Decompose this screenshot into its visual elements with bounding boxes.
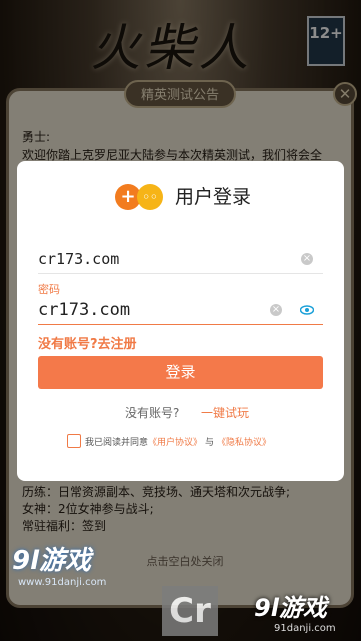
agreement-row: 我已阅读并同意 《用户协议》 与 《隐私协议》 bbox=[67, 434, 271, 448]
clear-password-icon[interactable]: × bbox=[270, 304, 282, 316]
watermark-logo-right: 9l游戏 91danji.com bbox=[254, 594, 336, 634]
username-input[interactable]: cr173.com bbox=[38, 250, 119, 268]
login-dialog: + ◦◦ 用户登录 cr173.com × 密码 cr173.com × 没有账… bbox=[17, 161, 344, 481]
agreement-checkbox[interactable] bbox=[67, 434, 81, 448]
password-underline bbox=[38, 324, 323, 325]
password-label: 密码 bbox=[38, 283, 60, 296]
no-account-text: 没有账号? bbox=[125, 406, 180, 420]
quick-trial-link[interactable]: 一键试玩 bbox=[201, 404, 249, 421]
register-link[interactable]: 没有账号?去注册 bbox=[38, 333, 137, 352]
eye-icon[interactable] bbox=[300, 305, 314, 315]
dialog-title: 用户登录 bbox=[175, 185, 252, 208]
watermark-logo-center: Cr bbox=[162, 586, 218, 636]
agreement-prefix: 我已阅读并同意 bbox=[85, 437, 149, 448]
agreement-and: 与 bbox=[205, 437, 215, 448]
privacy-agreement-link[interactable]: 《隐私协议》 bbox=[217, 435, 271, 448]
gamepad-logo-icon: + ◦◦ bbox=[109, 178, 169, 212]
login-button[interactable]: 登录 bbox=[38, 356, 323, 389]
user-agreement-link[interactable]: 《用户协议》 bbox=[148, 435, 202, 448]
password-input[interactable]: cr173.com bbox=[38, 300, 130, 320]
username-underline bbox=[38, 273, 323, 274]
clear-username-icon[interactable]: × bbox=[301, 253, 313, 265]
dialog-header: + ◦◦ 用户登录 bbox=[109, 177, 251, 213]
watermark-logo-left: 9l游戏 www.91danji.com bbox=[12, 546, 107, 588]
